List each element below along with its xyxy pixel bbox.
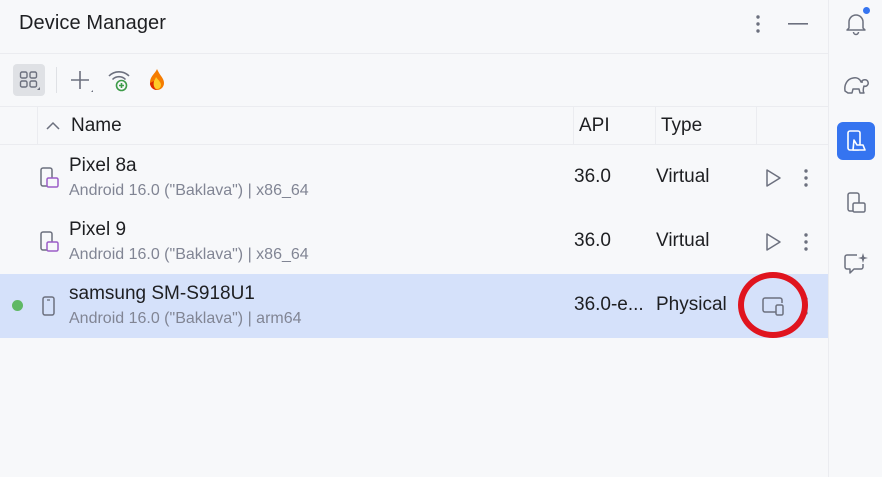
table-row[interactable]: Pixel 9 Android 16.0 ("Baklava") | x86_6… [0, 210, 828, 274]
device-name: Pixel 8a [69, 155, 137, 176]
wifi-pair-icon[interactable] [103, 64, 135, 96]
device-api: 36.0-e... [574, 294, 644, 315]
column-divider [573, 107, 574, 145]
panel-title: Device Manager [19, 12, 167, 34]
column-header-type[interactable]: Type [661, 107, 702, 145]
grid-view-icon[interactable] [13, 64, 45, 96]
column-header-api[interactable]: API [579, 107, 610, 145]
device-type: Virtual [656, 230, 710, 251]
toolbar [0, 54, 828, 107]
gradle-elephant-icon[interactable] [837, 65, 875, 103]
add-icon[interactable] [64, 64, 96, 96]
device-details: Android 16.0 ("Baklava") | arm64 [69, 310, 302, 327]
device-manager-icon[interactable] [837, 122, 875, 160]
table-row[interactable]: Pixel 8a Android 16.0 ("Baklava") | x86_… [0, 146, 828, 210]
minimize-icon[interactable] [786, 12, 810, 36]
highlight-annotation-circle [738, 272, 808, 338]
table-header: Name API Type [0, 107, 828, 145]
device-api: 36.0 [574, 166, 611, 187]
device-details: Android 16.0 ("Baklava") | x86_64 [69, 182, 309, 199]
sort-ascending-icon[interactable] [45, 107, 61, 145]
toolbar-separator [56, 67, 57, 93]
device-type: Physical [656, 294, 727, 315]
firebase-icon[interactable] [141, 64, 173, 96]
online-status-dot [12, 300, 23, 311]
device-name: samsung SM-S918U1 [69, 283, 255, 304]
notifications-icon[interactable] [837, 4, 875, 42]
virtual-device-icon [38, 166, 60, 190]
panel-header: Device Manager [0, 0, 828, 54]
physical-device-icon [38, 294, 60, 318]
device-type: Virtual [656, 166, 710, 187]
column-header-name[interactable]: Name [71, 107, 122, 145]
virtual-device-icon [38, 230, 60, 254]
start-device-icon[interactable] [759, 228, 787, 256]
row-menu-icon[interactable] [792, 228, 820, 256]
gemini-chat-icon[interactable] [837, 245, 875, 283]
column-divider [756, 107, 757, 145]
row-menu-icon[interactable] [792, 164, 820, 192]
device-manager-panel: Device Manager Name API Type Pixel 8a An… [0, 0, 828, 477]
notification-badge [862, 6, 871, 15]
device-details: Android 16.0 ("Baklava") | x86_64 [69, 246, 309, 263]
start-device-icon[interactable] [759, 164, 787, 192]
right-tool-strip [828, 0, 882, 477]
table-row[interactable]: samsung SM-S918U1 Android 16.0 ("Baklava… [0, 274, 828, 338]
running-devices-icon[interactable] [837, 184, 875, 222]
device-api: 36.0 [574, 230, 611, 251]
column-divider [37, 107, 38, 145]
device-name: Pixel 9 [69, 219, 127, 240]
column-divider [655, 107, 656, 145]
more-options-icon[interactable] [746, 12, 770, 36]
